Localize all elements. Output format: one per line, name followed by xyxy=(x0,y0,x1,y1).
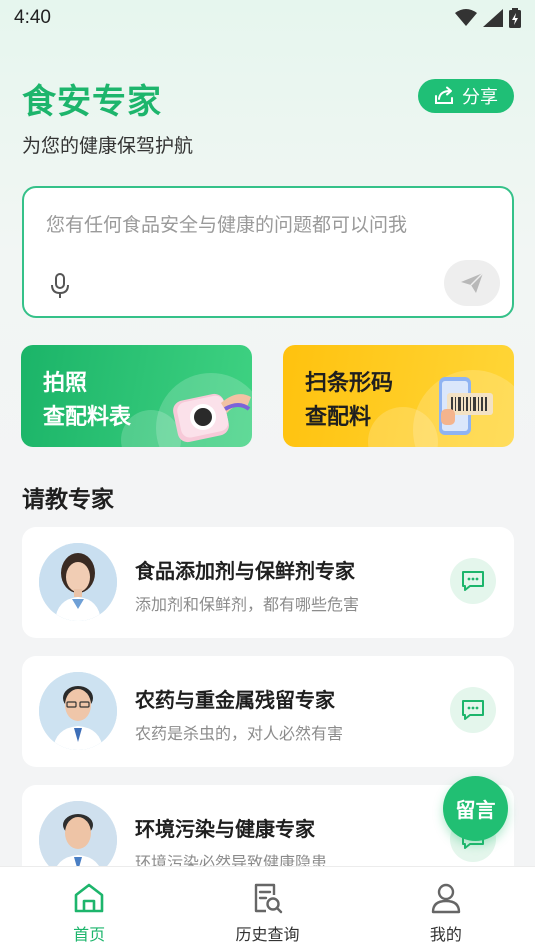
tab-home[interactable]: 首页 xyxy=(0,867,178,951)
expert-avatar xyxy=(39,672,117,750)
user-icon xyxy=(431,883,461,914)
barcode-phone-icon xyxy=(439,377,493,435)
question-input[interactable]: 您有任何食品安全与健康的问题都可以问我 xyxy=(22,186,514,318)
app-subtitle: 为您的健康保驾护航 xyxy=(22,135,194,157)
camera-icon xyxy=(173,393,251,443)
expert-description: 添加剂和保鲜剂，都有哪些危害 xyxy=(135,595,360,614)
expert-name: 农药与重金属残留专家 xyxy=(135,688,335,712)
expert-card[interactable]: 农药与重金属残留专家 农药是杀虫的，对人必然有害 xyxy=(22,656,514,767)
chat-button[interactable] xyxy=(450,687,496,733)
share-label: 分享 xyxy=(462,87,498,108)
scan-card-line1: 扫条形码 xyxy=(305,371,394,396)
chat-icon xyxy=(462,571,484,591)
photo-card-text: 拍照 查配料表 xyxy=(43,367,131,435)
expert-name: 环境污染与健康专家 xyxy=(135,817,315,841)
tab-profile[interactable]: 我的 xyxy=(357,867,535,951)
experts-section-title: 请教专家 xyxy=(22,487,114,513)
scan-card-line2: 查配料 xyxy=(305,405,372,430)
share-icon xyxy=(435,86,453,104)
signal-icon xyxy=(483,9,503,27)
status-time: 4:40 xyxy=(14,7,51,28)
history-search-icon xyxy=(255,883,283,914)
status-bar: 4:40 xyxy=(0,0,535,36)
photo-card-line2: 查配料表 xyxy=(43,405,132,430)
expert-name: 食品添加剂与保鲜剂专家 xyxy=(135,559,355,583)
expert-description: 农药是杀虫的，对人必然有害 xyxy=(135,724,344,743)
photo-ingredients-card[interactable]: 拍照 查配料表 xyxy=(21,345,252,447)
tab-home-label: 首页 xyxy=(73,925,106,944)
microphone-icon[interactable] xyxy=(48,272,72,300)
chat-button[interactable] xyxy=(450,558,496,604)
question-placeholder: 您有任何食品安全与健康的问题都可以问我 xyxy=(46,214,408,236)
expert-avatar xyxy=(39,543,117,621)
tab-profile-label: 我的 xyxy=(429,925,462,944)
send-icon xyxy=(461,272,484,293)
home-icon xyxy=(74,883,104,913)
wifi-icon xyxy=(455,9,477,26)
share-button[interactable]: 分享 xyxy=(418,79,514,113)
leave-message-button[interactable]: 留言 xyxy=(443,776,508,841)
send-button[interactable] xyxy=(444,260,500,306)
tab-history[interactable]: 历史查询 xyxy=(178,867,356,951)
battery-icon xyxy=(509,8,521,28)
bottom-tab-bar: 首页 历史查询 我的 xyxy=(0,866,535,951)
barcode-scan-card[interactable]: 扫条形码 查配料 xyxy=(283,345,514,447)
scan-card-text: 扫条形码 查配料 xyxy=(305,367,393,435)
photo-card-line1: 拍照 xyxy=(43,371,88,396)
chat-icon xyxy=(462,700,484,720)
expert-card[interactable]: 食品添加剂与保鲜剂专家 添加剂和保鲜剂，都有哪些危害 xyxy=(22,527,514,638)
tab-history-label: 历史查询 xyxy=(235,925,300,944)
app-title: 食安专家 xyxy=(22,82,162,122)
status-icons xyxy=(455,8,521,28)
